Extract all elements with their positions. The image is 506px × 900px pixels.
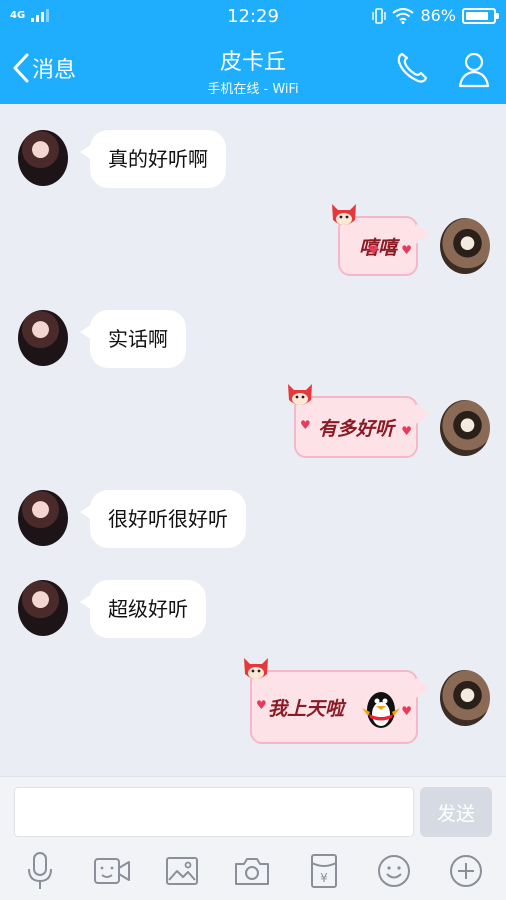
contact-avatar[interactable]: [18, 130, 68, 186]
chat-header: 消息 皮卡丘 手机在线 - WiFi: [0, 34, 506, 104]
penguin-icon: [362, 692, 400, 728]
contact-avatar[interactable]: [18, 580, 68, 636]
title-block: 皮卡丘 手机在线 - WiFi: [0, 44, 506, 97]
message-bubble[interactable]: 真的好听啊: [80, 130, 226, 188]
battery-icon: [462, 7, 499, 24]
my-avatar[interactable]: [440, 670, 490, 726]
input-bar: 发送 ¥: [0, 776, 506, 900]
phone-icon[interactable]: [394, 50, 430, 86]
plus-glyph: [450, 855, 482, 887]
fox-sticker-icon: [332, 204, 356, 225]
emoji-icon[interactable]: [374, 851, 414, 891]
microphone-icon[interactable]: [20, 851, 60, 891]
sticker-message[interactable]: ♥ ♥ 嘻嘻: [332, 204, 430, 276]
online-status: 手机在线 - WiFi: [207, 82, 299, 97]
heart-icon: ♥: [401, 704, 412, 718]
video-glyph: [94, 858, 130, 884]
contact-avatar[interactable]: [18, 490, 68, 546]
image-icon[interactable]: [162, 851, 202, 891]
image-glyph: [166, 857, 198, 885]
message-bubble[interactable]: 很好听很好听: [80, 490, 246, 548]
emoji-glyph: [378, 855, 410, 887]
my-avatar[interactable]: [440, 400, 490, 456]
heart-icon: ♥: [401, 424, 412, 438]
camera-glyph: [235, 858, 269, 885]
toolbar: ¥: [0, 851, 506, 895]
heart-icon: ♥: [256, 698, 267, 712]
camera-icon[interactable]: [232, 851, 272, 891]
vibrate-icon: [372, 7, 387, 24]
message-bubble[interactable]: 实话啊: [80, 310, 186, 368]
red-packet-symbol: ¥: [320, 871, 328, 885]
wifi-icon: [392, 7, 415, 24]
red-packet-glyph: ¥: [311, 854, 337, 888]
sticker-message[interactable]: ♥ ♥ 有多好听: [288, 384, 430, 458]
heart-icon: ♥: [368, 243, 379, 257]
plus-icon[interactable]: [446, 851, 486, 891]
red-packet-icon[interactable]: ¥: [304, 851, 344, 891]
contact-avatar[interactable]: [18, 310, 68, 366]
message-input[interactable]: [14, 787, 414, 837]
message-bubble[interactable]: 超级好听: [80, 580, 206, 638]
sticker-text: 我上天啦: [268, 698, 345, 720]
heart-icon: ♥: [401, 243, 412, 257]
send-button[interactable]: 发送: [420, 787, 492, 837]
battery-percent: 86%: [420, 6, 456, 25]
my-avatar[interactable]: [440, 218, 490, 274]
status-right: 86%: [372, 6, 499, 25]
sticker-message[interactable]: ♥ ♥ 我上天啦: [244, 658, 430, 744]
heart-icon: ♥: [300, 418, 311, 432]
sticker-text: 有多好听: [317, 418, 394, 440]
chat-title: 皮卡丘: [219, 50, 286, 75]
microphone-glyph: [28, 852, 52, 889]
chat-area[interactable]: 真的好听啊 ♥ ♥ 嘻嘻 实话啊 ♥ ♥ 有多好听 很好听很好听 超级好听 ♥ …: [0, 104, 506, 776]
profile-icon[interactable]: [456, 50, 492, 88]
video-icon[interactable]: [92, 851, 132, 891]
status-bar: 4G 12:29 86%: [0, 0, 506, 34]
